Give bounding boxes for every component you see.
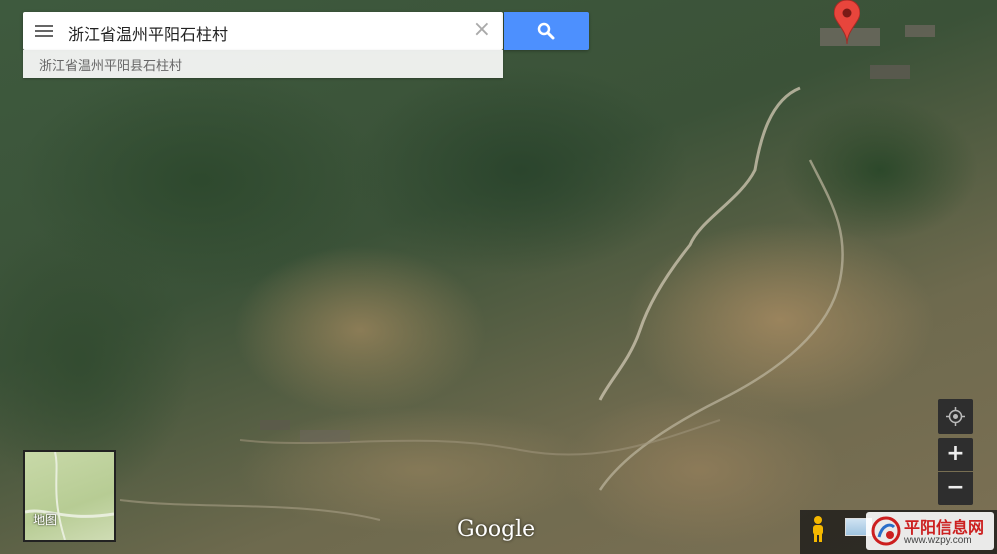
search-button[interactable]	[504, 12, 589, 50]
zoom-out-button[interactable]: −	[938, 472, 973, 505]
suggestion-text: 浙江省温州平阳县石柱村	[39, 59, 183, 74]
watermark-url: www.wzpy.com	[904, 535, 972, 546]
search-icon	[537, 22, 555, 40]
hamburger-menu-icon[interactable]	[35, 25, 53, 37]
close-icon[interactable]: ×	[473, 19, 491, 41]
site-watermark: 平阳信息网 www.wzpy.com	[866, 512, 994, 550]
my-location-button[interactable]	[938, 399, 973, 434]
satellite-map[interactable]	[0, 0, 997, 554]
zoom-in-button[interactable]: +	[938, 438, 973, 471]
pegman-icon[interactable]	[808, 515, 828, 547]
my-location-icon	[946, 407, 965, 426]
google-logo: Google	[457, 517, 536, 542]
watermark-logo-icon	[871, 516, 901, 546]
search-box: 浙江省温州平阳石柱村 ×	[23, 12, 503, 50]
map-view-toggle[interactable]: 地图	[23, 450, 116, 542]
map-marker-icon[interactable]	[833, 0, 861, 48]
search-suggestion[interactable]: 浙江省温州平阳县石柱村	[23, 50, 503, 78]
minimap-label: 地图	[33, 513, 58, 527]
search-input[interactable]: 浙江省温州平阳石柱村	[68, 21, 228, 45]
